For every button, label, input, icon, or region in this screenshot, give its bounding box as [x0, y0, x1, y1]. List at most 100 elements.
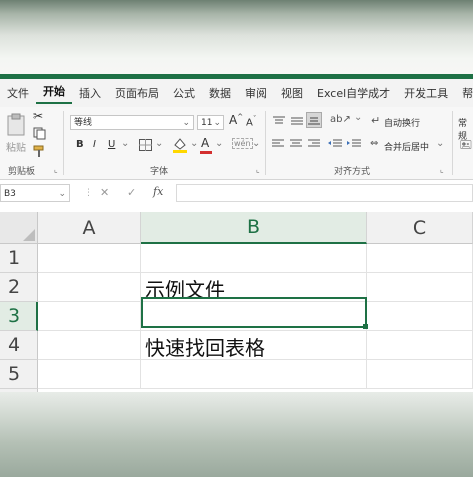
- cell-c2[interactable]: [367, 273, 473, 302]
- tab-formulas[interactable]: 公式: [166, 85, 202, 101]
- enter-icon[interactable]: ✓: [127, 186, 136, 199]
- font-name-value: 等线: [74, 118, 93, 128]
- insert-function-icon[interactable]: fx: [153, 185, 163, 198]
- paste-icon[interactable]: [6, 113, 28, 137]
- cell-a2[interactable]: [38, 273, 141, 302]
- align-center-icon[interactable]: [290, 139, 302, 149]
- fill-handle[interactable]: [363, 324, 368, 329]
- cell-b4-text: 快速找回表格: [145, 336, 265, 360]
- font-color-swatch: [200, 151, 212, 154]
- cell-a4[interactable]: [38, 331, 141, 360]
- merge-center-button[interactable]: 合并后居中: [384, 140, 429, 153]
- tab-review[interactable]: 审阅: [238, 85, 274, 101]
- column-header-a[interactable]: A: [38, 212, 141, 244]
- align-bottom-button[interactable]: [306, 112, 322, 128]
- chevron-down-icon[interactable]: ⌄: [354, 112, 362, 123]
- row-header-5[interactable]: 5: [0, 360, 38, 389]
- group-divider: [452, 111, 453, 175]
- grow-font-button[interactable]: A^: [229, 113, 243, 127]
- chevron-down-icon[interactable]: ⌄: [252, 138, 260, 149]
- chevron-down-icon: ⌄: [182, 118, 190, 128]
- tab-insert[interactable]: 插入: [72, 85, 108, 101]
- cell-b1[interactable]: [141, 244, 367, 273]
- bold-button[interactable]: B: [76, 139, 84, 150]
- align-middle-icon[interactable]: [291, 116, 303, 126]
- cancel-icon[interactable]: ✕: [100, 186, 109, 199]
- format-painter-icon[interactable]: [33, 145, 47, 158]
- column-header-b[interactable]: B: [141, 212, 367, 244]
- align-top-icon[interactable]: [273, 116, 285, 126]
- cell-c1[interactable]: [367, 244, 473, 273]
- tab-page-layout[interactable]: 页面布局: [108, 85, 166, 101]
- fill-color-icon[interactable]: [172, 137, 188, 153]
- paste-button-label[interactable]: 粘贴: [6, 139, 26, 154]
- tab-developer[interactable]: 开发工具: [397, 85, 455, 101]
- cell-c5[interactable]: [367, 360, 473, 389]
- select-all-button[interactable]: [0, 212, 38, 244]
- wrap-text-button[interactable]: 自动换行: [384, 116, 420, 129]
- formula-input[interactable]: [176, 184, 473, 202]
- alignment-group-label: 对齐方式: [334, 167, 371, 177]
- row-header-1[interactable]: 1: [0, 244, 38, 273]
- ribbon-home: 粘贴 ✂ 剪贴板 ⌞ 等线 ⌄ 11 ⌄ A^ Aˇ B I U ⌄ ⌄ ⌄ A…: [0, 107, 473, 180]
- chevron-down-icon[interactable]: ⌄: [436, 138, 444, 149]
- align-left-icon[interactable]: [272, 139, 284, 149]
- cell-c4[interactable]: [367, 331, 473, 360]
- formula-bar: B3 ⌄ ⋮ ✕ ✓ fx: [0, 180, 473, 207]
- name-box[interactable]: B3 ⌄: [0, 184, 70, 202]
- blurred-background-top: [0, 0, 473, 78]
- tab-help[interactable]: 帮助: [455, 85, 473, 101]
- align-bottom-icon: [308, 117, 320, 125]
- shrink-font-button[interactable]: Aˇ: [246, 115, 256, 128]
- chevron-down-icon: ⌄: [213, 118, 221, 128]
- clipboard-group-label: 剪贴板: [8, 167, 36, 177]
- underline-button[interactable]: U: [108, 139, 115, 150]
- phonetic-guide-button[interactable]: wén: [232, 138, 253, 149]
- column-header-c[interactable]: C: [367, 212, 473, 244]
- font-group-label: 字体: [150, 167, 169, 177]
- tab-data[interactable]: 数据: [202, 85, 238, 101]
- wrap-text-icon[interactable]: ↵: [371, 114, 380, 127]
- chevron-down-icon[interactable]: ⌄: [190, 138, 198, 149]
- currency-icon[interactable]: 🖭: [460, 138, 472, 155]
- orientation-icon[interactable]: ab↗: [330, 114, 351, 125]
- decrease-indent-icon[interactable]: [328, 139, 342, 149]
- ribbon-tabs: 文件 开始 插入 页面布局 公式 数据 审阅 视图 Excel自学成才 开发工具…: [0, 79, 473, 107]
- worksheet-grid: A B C 1 2 3 4 5 6 示例文件 快速找回表格: [0, 206, 473, 418]
- name-box-value: B3: [4, 189, 16, 199]
- tab-home[interactable]: 开始: [36, 83, 72, 104]
- chevron-down-icon[interactable]: ⌄: [215, 138, 223, 149]
- borders-icon[interactable]: [139, 139, 152, 151]
- clipboard-launcher-icon[interactable]: ⌞: [54, 165, 58, 174]
- group-divider: [265, 111, 266, 175]
- row-header-2[interactable]: 2: [0, 273, 38, 302]
- drag-handle-icon[interactable]: ⋮: [84, 188, 93, 198]
- font-launcher-icon[interactable]: ⌞: [256, 165, 260, 174]
- blurred-background-bottom: [0, 392, 473, 477]
- row-header-3[interactable]: 3: [0, 302, 38, 331]
- font-size-select[interactable]: 11 ⌄: [197, 115, 224, 130]
- cell-b5[interactable]: [141, 360, 367, 389]
- active-cell-outline[interactable]: [141, 297, 367, 328]
- chevron-down-icon: ⌄: [58, 189, 66, 199]
- alignment-launcher-icon[interactable]: ⌞: [440, 165, 444, 174]
- cell-a1[interactable]: [38, 244, 141, 273]
- cell-c3[interactable]: [367, 302, 473, 331]
- chevron-down-icon[interactable]: ⌄: [121, 138, 129, 149]
- tab-excel-self-study[interactable]: Excel自学成才: [310, 85, 397, 101]
- font-size-value: 11: [201, 118, 213, 128]
- italic-button[interactable]: I: [93, 139, 96, 150]
- font-name-select[interactable]: 等线 ⌄: [70, 115, 194, 130]
- chevron-down-icon[interactable]: ⌄: [155, 138, 163, 149]
- tab-view[interactable]: 视图: [274, 85, 310, 101]
- cell-a5[interactable]: [38, 360, 141, 389]
- merge-center-icon[interactable]: ⇔: [370, 138, 378, 149]
- cell-a3[interactable]: [38, 302, 141, 331]
- row-header-4[interactable]: 4: [0, 331, 38, 360]
- font-color-button[interactable]: A: [201, 136, 209, 150]
- increase-indent-icon[interactable]: [347, 139, 361, 149]
- cut-icon[interactable]: ✂: [33, 109, 43, 123]
- tab-file[interactable]: 文件: [0, 85, 36, 101]
- align-right-icon[interactable]: [308, 139, 320, 149]
- copy-icon[interactable]: [33, 127, 47, 140]
